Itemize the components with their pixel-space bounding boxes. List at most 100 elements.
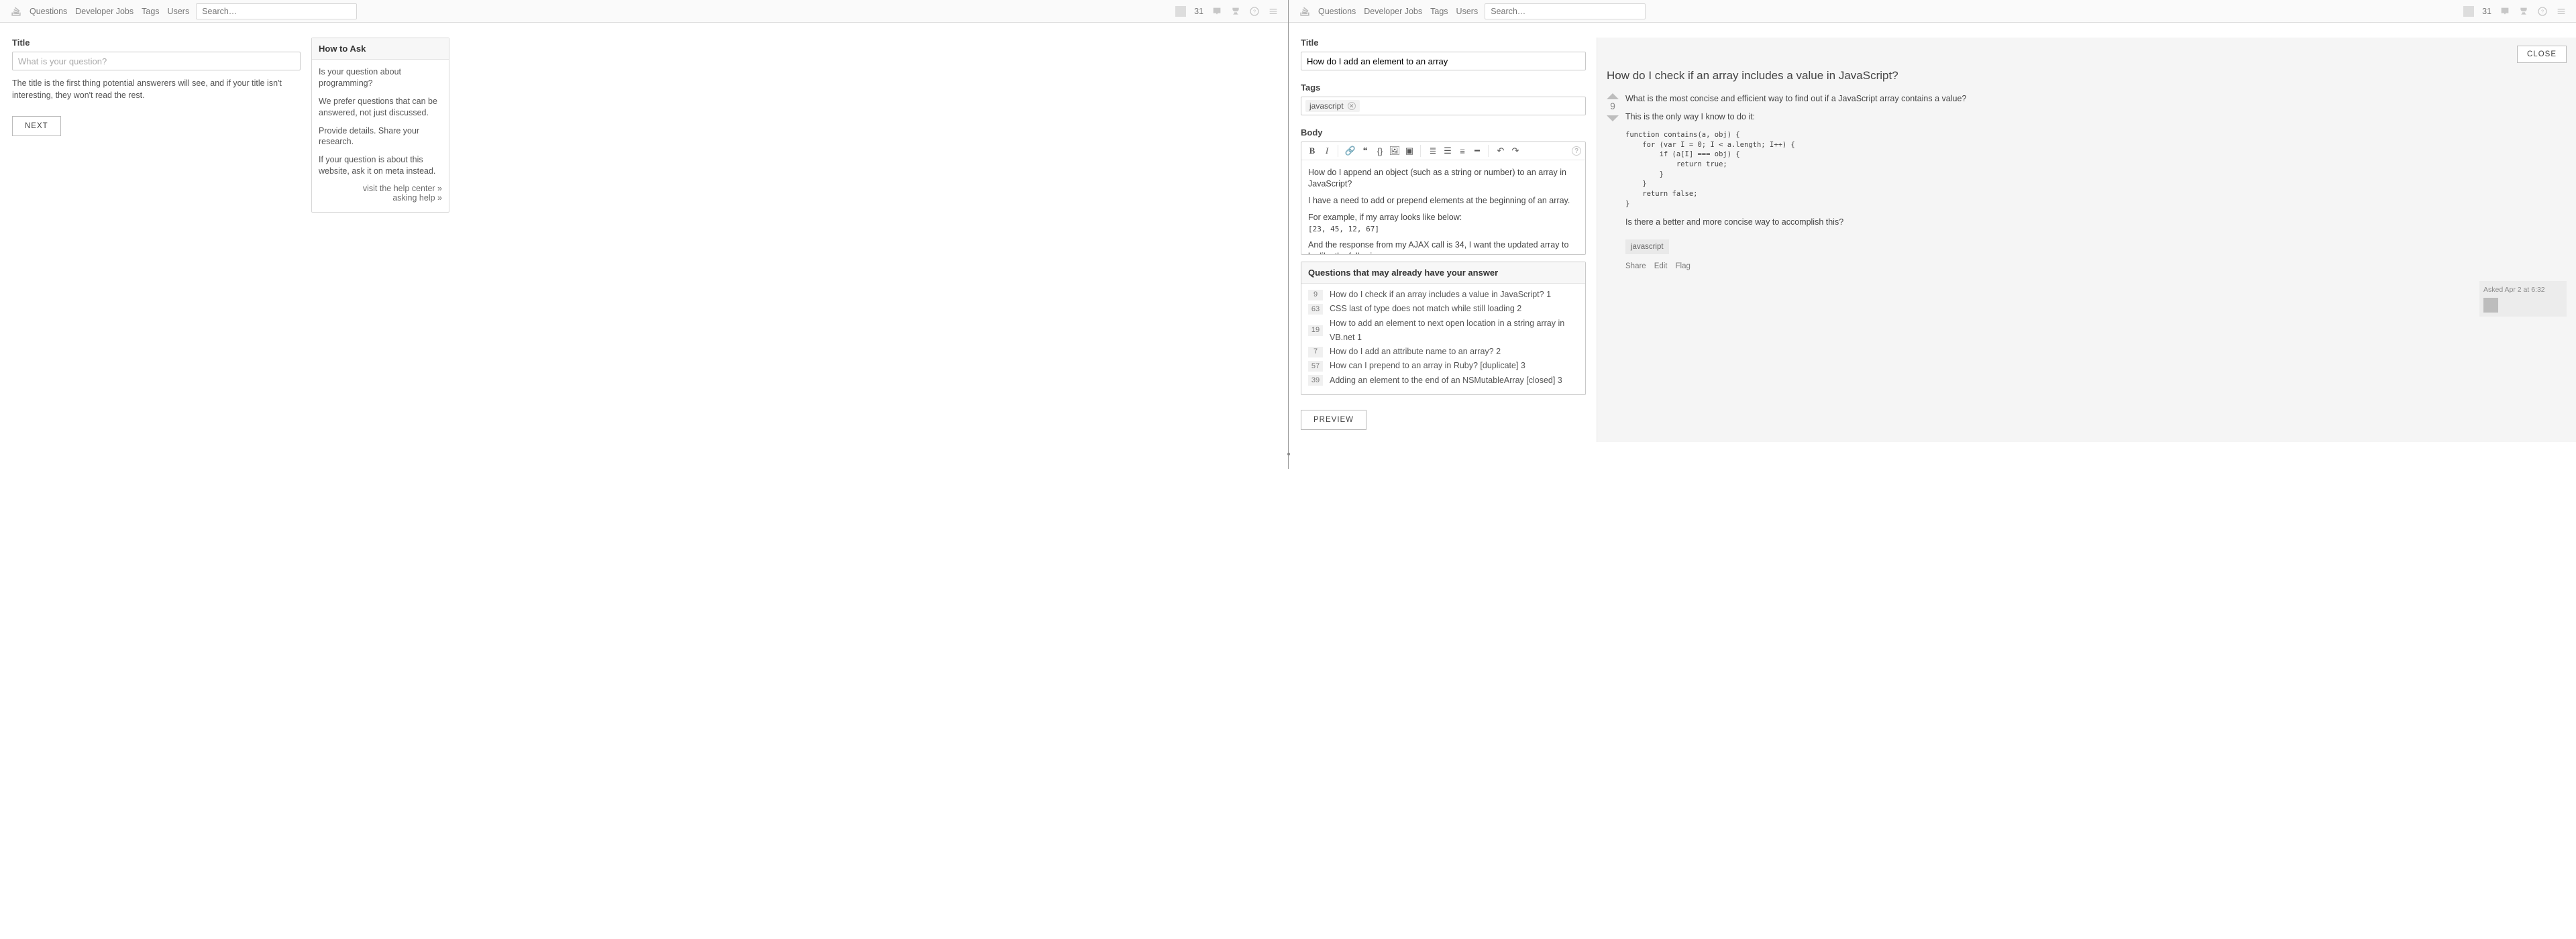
how-to-ask-p4: If your question is about this website, … <box>319 154 442 177</box>
italic-button[interactable]: I <box>1320 145 1334 157</box>
body-line: For example, if my array looks like belo… <box>1308 212 1578 235</box>
nav-questions[interactable]: Questions <box>1318 7 1356 16</box>
preview-paragraph: Is there a better and more concise way t… <box>1625 217 2567 229</box>
share-link[interactable]: Share <box>1625 261 1646 272</box>
help-center-link[interactable]: visit the help center » <box>319 184 442 193</box>
preview-question-title: How do I check if an array includes a va… <box>1607 68 2567 84</box>
duplicate-suggestion[interactable]: 7How do I add an attribute name to an ar… <box>1308 345 1578 359</box>
asked-timestamp: Asked Apr 2 at 6:32 <box>2483 285 2563 295</box>
duplicates-heading: Questions that may already have your ans… <box>1301 262 1585 284</box>
edit-link[interactable]: Edit <box>1654 261 1668 272</box>
svg-text:?: ? <box>2541 8 2544 14</box>
nav-tags[interactable]: Tags <box>142 7 159 16</box>
how-to-ask-box: How to Ask Is your question about progra… <box>311 38 449 213</box>
duplicate-answer-count: 9 <box>1308 290 1323 300</box>
downvote-button[interactable] <box>1607 115 1619 121</box>
nav-users[interactable]: Users <box>168 7 190 16</box>
duplicate-answer-count: 57 <box>1308 361 1323 372</box>
menu-icon[interactable] <box>1268 6 1279 17</box>
upvote-button[interactable] <box>1607 93 1619 99</box>
duplicate-answer-count: 63 <box>1308 304 1323 315</box>
bold-button[interactable]: B <box>1305 145 1319 157</box>
top-bar: Questions Developer Jobs Tags Users 31 ? <box>1289 0 2576 23</box>
duplicate-title: How can I prepend to an array in Ruby? [… <box>1330 359 1525 373</box>
duplicate-answer-count: 19 <box>1308 325 1323 336</box>
editor-help-icon[interactable]: ? <box>1572 146 1581 156</box>
reputation-score: 31 <box>1194 7 1203 16</box>
asker-avatar <box>2483 298 2498 313</box>
stackoverflow-logo-icon <box>9 5 23 18</box>
body-line: I have a need to add or prepend elements… <box>1308 195 1578 207</box>
title-input[interactable] <box>12 52 301 70</box>
body-label: Body <box>1301 127 1586 137</box>
search-input[interactable] <box>1485 3 1646 19</box>
nav-tags[interactable]: Tags <box>1430 7 1448 16</box>
tag-chip: javascript ✕ <box>1305 100 1360 112</box>
help-icon[interactable]: ? <box>2537 6 2548 17</box>
duplicate-answer-count: 39 <box>1308 375 1323 386</box>
body-editor[interactable]: How do I append an object (such as a str… <box>1301 160 1585 254</box>
inbox-icon[interactable] <box>2500 6 2510 17</box>
code-button[interactable]: {} <box>1373 145 1387 157</box>
title-label: Title <box>12 38 301 48</box>
tags-label: Tags <box>1301 82 1586 93</box>
duplicate-suggestion[interactable]: 39 Adding an element to the end of an NSM… <box>1308 374 1578 388</box>
nav-questions[interactable]: Questions <box>30 7 67 16</box>
close-button[interactable]: CLOSE <box>2517 46 2567 63</box>
preview-tag[interactable]: javascript <box>1625 239 1669 254</box>
nav-developer-jobs[interactable]: Developer Jobs <box>1364 7 1422 16</box>
duplicate-suggestion[interactable]: 19How to add an element to next open loc… <box>1308 317 1578 345</box>
duplicate-title: How do I check if an array includes a va… <box>1330 288 1551 302</box>
preview-code: function contains(a, obj) { for (var I =… <box>1625 130 2567 209</box>
redo-button[interactable]: ↷ <box>1509 145 1522 157</box>
avatar[interactable] <box>1175 6 1186 17</box>
title-label: Title <box>1301 38 1586 48</box>
nav-users[interactable]: Users <box>1456 7 1479 16</box>
vote-score: 9 <box>1610 101 1615 111</box>
duplicate-title: How do I add an attribute name to an arr… <box>1330 345 1501 359</box>
tags-input[interactable]: javascript ✕ <box>1301 97 1586 115</box>
how-to-ask-p1: Is your question about programming? <box>319 66 442 89</box>
preview-paragraph: What is the most concise and efficient w… <box>1625 93 2567 105</box>
trophy-icon[interactable] <box>2518 6 2529 17</box>
asking-help-link[interactable]: asking help » <box>319 193 442 203</box>
asked-card: Asked Apr 2 at 6:32 <box>2479 281 2567 317</box>
body-line: How do I append an object (such as a str… <box>1308 167 1578 190</box>
how-to-ask-p3: Provide details. Share your research. <box>319 125 442 148</box>
body-line: And the response from my AJAX call is 34… <box>1308 239 1578 254</box>
snippet-button[interactable]: ▣ <box>1403 145 1416 157</box>
stackoverflow-logo-icon <box>1298 5 1311 18</box>
duplicate-suggestion[interactable]: 9 How do I check if an array includes a v… <box>1308 288 1578 302</box>
question-preview-panel: CLOSE How do I check if an array include… <box>1597 38 2576 442</box>
trophy-icon[interactable] <box>1230 6 1241 17</box>
reputation-score: 31 <box>2482 7 2491 16</box>
avatar[interactable] <box>2463 6 2474 17</box>
help-icon[interactable]: ? <box>1249 6 1260 17</box>
next-button[interactable]: NEXT <box>12 116 61 136</box>
undo-button[interactable]: ↶ <box>1494 145 1507 157</box>
ulist-button[interactable]: ☰ <box>1441 145 1454 157</box>
heading-button[interactable]: ≡ <box>1456 145 1469 157</box>
divider-handle <box>1287 453 1290 455</box>
image-button[interactable]: 🖼 <box>1388 145 1401 157</box>
nav-developer-jobs[interactable]: Developer Jobs <box>75 7 133 16</box>
flag-link[interactable]: Flag <box>1676 261 1690 272</box>
link-button[interactable]: 🔗 <box>1344 145 1357 157</box>
duplicate-title: CSS last of type does not match while st… <box>1330 302 1521 316</box>
hr-button[interactable]: ━ <box>1470 145 1484 157</box>
search-input[interactable] <box>196 3 357 19</box>
preview-button[interactable]: PREVIEW <box>1301 410 1366 430</box>
tag-chip-label: javascript <box>1309 101 1344 111</box>
tag-remove-icon[interactable]: ✕ <box>1348 102 1356 110</box>
menu-icon[interactable] <box>2556 6 2567 17</box>
title-input[interactable] <box>1301 52 1586 70</box>
duplicate-title: Adding an element to the end of an NSMut… <box>1330 374 1562 388</box>
quote-button[interactable]: ❝ <box>1358 145 1372 157</box>
duplicate-suggestion[interactable]: 57 How can I prepend to an array in Ruby?… <box>1308 359 1578 373</box>
how-to-ask-p2: We prefer questions that can be answered… <box>319 96 442 119</box>
editor-toolbar: B I 🔗 ❝ {} 🖼 ▣ ≣ ☰ ≡ <box>1301 142 1585 160</box>
inbox-icon[interactable] <box>1212 6 1222 17</box>
olist-button[interactable]: ≣ <box>1426 145 1440 157</box>
duplicate-suggestion[interactable]: 63 CSS last of type does not match while … <box>1308 302 1578 316</box>
preview-paragraph: This is the only way I know to do it: <box>1625 111 2567 123</box>
